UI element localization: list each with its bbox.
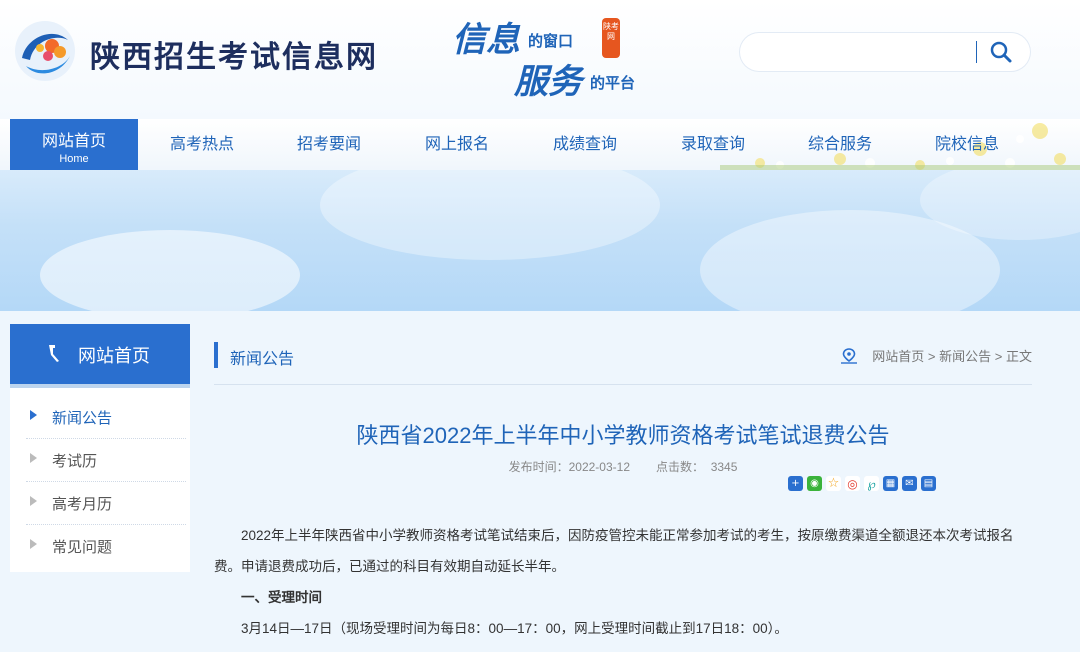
sidebar-item-faq[interactable]: 常见问题	[26, 525, 186, 568]
nav-admission-query[interactable]: 录取查询	[649, 119, 777, 170]
nav-services[interactable]: 综合服务	[776, 119, 904, 170]
slogan: 信息 的窗口 陕考网 服务 的平台	[452, 10, 662, 102]
breadcrumb-separator: >	[994, 349, 1003, 364]
views-label: 点击数：	[656, 460, 705, 474]
search-input[interactable]	[754, 39, 974, 65]
search-icon[interactable]	[988, 39, 1014, 65]
cloud	[320, 170, 660, 260]
divider	[214, 384, 1032, 385]
arrow-right-icon	[30, 496, 37, 506]
sidebar-title: 网站首页	[78, 346, 150, 366]
nav-colleges[interactable]: 院校信息	[903, 119, 1031, 170]
arrow-right-icon	[30, 453, 37, 463]
nav-registration[interactable]: 网上报名	[393, 119, 521, 170]
slogan-big2: 服务	[514, 62, 582, 102]
search-divider	[976, 41, 977, 63]
article-meta: 发布时间：2022-03-12 点击数： 3345	[214, 458, 1032, 475]
slogan-small1: 的窗口	[528, 32, 574, 50]
sidebar-item-label: 高考月历	[52, 496, 113, 513]
cloud	[40, 230, 300, 311]
renren-icon[interactable]: ▦	[883, 476, 898, 491]
article-heading: 一、受理时间	[241, 590, 322, 605]
site-header: 陕西招生考试信息网 信息 的窗口 陕考网 服务 的平台	[0, 0, 1080, 119]
main-nav: 网站首页 Home 高考热点 招考要闻 网上报名 成绩查询 录取查询 综合服务 …	[0, 119, 1080, 170]
article-paragraph: 2022年上半年陕西省中小学教师资格考试笔试结束后，因防疫管控未能正常参加考试的…	[214, 528, 1014, 574]
nav-gaokao-hot[interactable]: 高考热点	[138, 119, 266, 170]
main-content: 新闻公告 网站首页 > 新闻公告 > 正文 陕西省2022年上半年中小学教师资格…	[214, 324, 1032, 652]
weibo-icon[interactable]: ◎	[845, 476, 860, 491]
arrow-right-icon	[30, 410, 37, 420]
breadcrumb-current: 正文	[1005, 349, 1032, 364]
breadcrumb-section[interactable]: 新闻公告	[939, 349, 991, 364]
breadcrumb: 网站首页 > 新闻公告 > 正文	[839, 346, 1032, 365]
nav-home-sub: Home	[59, 153, 89, 165]
sidebar-item-news[interactable]: 新闻公告	[26, 396, 186, 439]
slogan-big1: 信息	[452, 20, 520, 60]
email-icon[interactable]: ✉	[902, 476, 917, 491]
sidebar-header-shadow	[10, 384, 190, 388]
banner	[0, 170, 1080, 311]
sidebar-item-gaokao-calendar[interactable]: 高考月历	[26, 482, 186, 525]
location-icon	[840, 348, 857, 364]
share-more-icon[interactable]: +	[788, 476, 803, 491]
favorite-star-icon[interactable]: ☆	[826, 476, 841, 491]
nav-home-label: 网站首页	[41, 133, 106, 150]
search-box	[740, 33, 1030, 71]
views-count: 3345	[710, 460, 738, 474]
article-body: 2022年上半年陕西省中小学教师资格考试笔试结束后，因防疫管控未能正常参加考试的…	[214, 520, 1022, 644]
slogan-small2: 的平台	[590, 74, 636, 92]
arrow-right-icon	[30, 539, 37, 549]
sidebar-item-label: 考试历	[52, 453, 98, 470]
wechat-icon[interactable]: ◉	[807, 476, 822, 491]
pin-icon	[49, 345, 59, 362]
publish-label: 发布时间：	[508, 460, 569, 474]
section-marker	[214, 342, 218, 368]
site-logo[interactable]	[12, 18, 78, 84]
sidebar-item-label: 常见问题	[52, 539, 113, 556]
pinterest-icon[interactable]: ℘	[864, 476, 879, 491]
article-paragraph: 3月14日—17日（现场受理时间为每日8：00—17：00，网上受理时间截止到1…	[241, 621, 788, 636]
slogan-stamp: 陕考网	[602, 18, 620, 58]
sidebar-header[interactable]: 网站首页	[10, 324, 190, 384]
print-icon[interactable]: ▤	[921, 476, 936, 491]
share-bar: + ◉ ☆ ◎ ℘ ▦ ✉ ▤	[788, 476, 936, 494]
publish-date: 2022-03-12	[568, 460, 630, 474]
article-title: 陕西省2022年上半年中小学教师资格考试笔试退费公告	[356, 423, 890, 448]
nav-news[interactable]: 招考要闻	[265, 119, 393, 170]
breadcrumb-separator: >	[927, 349, 936, 364]
nav-home[interactable]: 网站首页 Home	[10, 119, 138, 170]
section-title: 新闻公告	[230, 351, 295, 368]
breadcrumb-home[interactable]: 网站首页	[872, 349, 924, 364]
sidebar-item-exam-calendar[interactable]: 考试历	[26, 439, 186, 482]
site-name[interactable]: 陕西招生考试信息网	[90, 32, 378, 76]
nav-score-query[interactable]: 成绩查询	[521, 119, 649, 170]
sidebar-item-label: 新闻公告	[52, 410, 113, 427]
sidebar: 网站首页 新闻公告 考试历 高考月历 常见问题	[10, 324, 190, 572]
